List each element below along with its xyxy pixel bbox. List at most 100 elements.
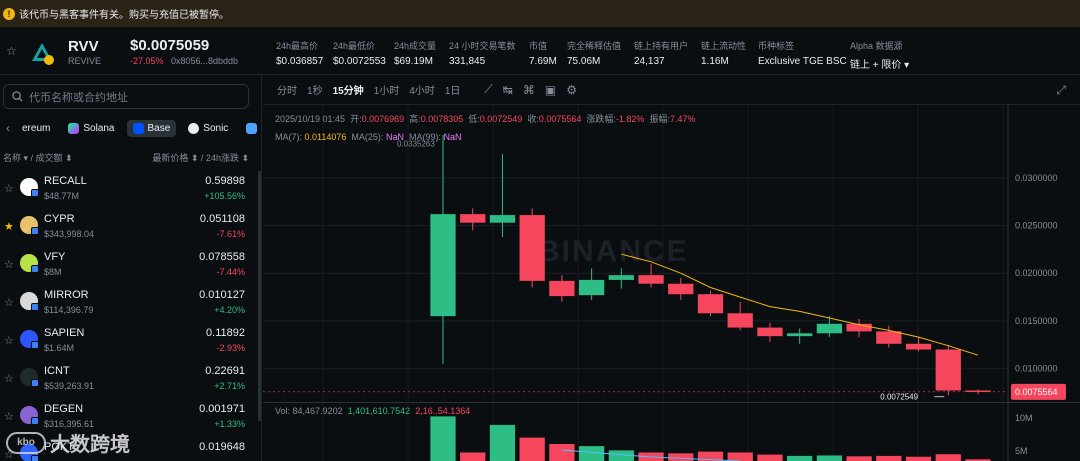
stat-alpha-source[interactable]: Alpha 数据源 链上 + 限价 ▾ (850, 39, 909, 71)
candle-body (549, 280, 575, 297)
token-list-volume: $114,396.79 (44, 305, 94, 315)
favorite-star-icon[interactable]: ☆ (4, 410, 14, 423)
chart-toolbar: 分时 1秒 15分钟 1小时 4小时 1日 ⟋ ↹ ⌘ ▣ ⚙ ⤢ (263, 75, 1080, 105)
token-name: REVIVE (68, 56, 102, 66)
candle-body (787, 333, 813, 337)
chain-badge-icon (31, 303, 39, 311)
stat-24h-trades: 24 小时交易笔数 331,845 (449, 41, 516, 67)
y-tick-label: 0.0300000 (1015, 173, 1058, 183)
favorite-star-icon[interactable]: ☆ (4, 258, 14, 271)
token-list-price: 0.010127 (199, 289, 245, 301)
layout-icon[interactable]: ▣ (545, 83, 556, 97)
token-list-volume: $48.77M (44, 191, 80, 201)
stat-liquidity: 链上流动性 1.16M (701, 41, 747, 67)
interval-4h[interactable]: 4小时 (409, 82, 435, 97)
time-range-icon[interactable]: ↹ (503, 83, 513, 97)
stat-fdv: 完全稀释估值 75.06M (567, 41, 622, 67)
interval-15m[interactable]: 15分钟 (333, 82, 364, 97)
settings-icon[interactable]: ⚙ (566, 83, 577, 97)
token-list-name: SAPIEN (44, 327, 85, 339)
candle-body (519, 215, 545, 281)
volume-bar (905, 456, 932, 461)
list-item[interactable]: ☆ VFY $8M 0.078558 -7.44% (0, 247, 256, 285)
volume-separator (263, 402, 1080, 403)
chain-tab-solana[interactable]: Solana (62, 120, 120, 137)
list-item[interactable]: ☆ ICNT $539,263.91 0.22691 +2.71% (0, 361, 256, 399)
watermark: kbo 大数跨境 (6, 428, 130, 457)
token-header: ☆ RVV REVIVE $0.0075059 -27.05% 0x8056..… (0, 27, 1080, 75)
warning-banner: ! 该代币与黑客事件有关。购买与充值已被暂停。 (0, 0, 1080, 27)
favorite-star-icon[interactable]: ☆ (4, 334, 14, 347)
contract-address[interactable]: 0x8056...8dbddb (171, 56, 238, 66)
favorite-star-icon[interactable]: ☆ (4, 182, 14, 195)
token-list-change: -7.44% (216, 267, 245, 277)
ma-readout: MA(7): 0.0114076 MA(25): NaN MA(99): NaN (275, 132, 462, 142)
list-item[interactable]: ★ CYPR $343,998.04 0.051108 -7.61% (0, 209, 256, 247)
chain-tab-sui[interactable]: Su (240, 120, 262, 137)
token-list-volume: $1.64M (44, 343, 75, 353)
favorite-star-icon[interactable]: ★ (4, 220, 14, 233)
token-list-price: 0.019648 (199, 441, 245, 453)
token-list-change: +1.33% (214, 419, 245, 429)
chain-badge-icon (31, 341, 39, 349)
chain-tabs: ‹ ereum Solana Base Sonic Su (0, 117, 262, 139)
warning-icon: ! (3, 7, 15, 20)
token-list-name: ICNT (44, 365, 70, 377)
token-list-name: DEGEN (44, 403, 84, 415)
search-box[interactable]: 代币名称或合约地址 (3, 84, 249, 109)
token-symbol: RVV (68, 38, 99, 55)
watermark-logo: kbo (6, 431, 46, 454)
volume-tick-label: 5M (1015, 446, 1028, 456)
solana-icon (68, 122, 80, 134)
interval-time[interactable]: 分时 (277, 82, 297, 97)
compare-icon[interactable]: ⌘ (523, 83, 535, 97)
sui-icon (246, 122, 258, 134)
volume-bar (846, 456, 872, 461)
chain-badge-icon (31, 265, 39, 273)
list-item[interactable]: ☆ RECALL $48.77M 0.59898 +105.56% (0, 171, 256, 209)
indicator-icon[interactable]: ⟋ (484, 82, 492, 97)
y-tick-label: 0.0150000 (1015, 316, 1058, 326)
token-list-volume: $539,263.91 (44, 381, 95, 391)
stat-24h-high: 24h最高价 $0.036857 (276, 41, 324, 67)
list-scrollbar[interactable] (258, 171, 261, 421)
sort-name-volume[interactable]: 名称 ▾ / 成交额 ⬍ (3, 151, 73, 164)
list-item[interactable]: ☆ MIRROR $114,396.79 0.010127 +4.20% (0, 285, 256, 323)
list-item[interactable]: ☆ SAPIEN $1.64M 0.11892 -2.93% (0, 323, 256, 361)
search-input[interactable]: 代币名称或合约地址 (29, 89, 128, 105)
chain-tab-ethereum[interactable]: ereum (16, 120, 56, 137)
volume-bar (519, 437, 545, 461)
candle-body (608, 275, 634, 280)
chain-tab-sonic[interactable]: Sonic (182, 120, 234, 137)
stat-holders: 链上持有用户 24,137 (634, 41, 689, 67)
interval-1d[interactable]: 1日 (445, 82, 461, 97)
candle-body (578, 279, 605, 296)
candle-body (727, 313, 753, 328)
low-annotation: 0.0072549 (880, 393, 918, 402)
token-list-change: +4.20% (214, 305, 245, 315)
favorite-star-icon[interactable]: ☆ (4, 296, 14, 309)
interval-1s[interactable]: 1秒 (307, 82, 323, 97)
watermark-text: 大数跨境 (50, 434, 130, 456)
token-change: -27.05% (130, 56, 164, 66)
volume-bar (578, 446, 605, 461)
candle-body (905, 343, 932, 350)
volume-bar (757, 454, 783, 461)
token-list-name: VFY (44, 251, 66, 263)
volume-bar (430, 416, 456, 461)
search-icon (12, 91, 23, 102)
favorite-star-icon[interactable]: ☆ (6, 44, 17, 58)
favorite-star-icon[interactable]: ☆ (4, 372, 14, 385)
candle-body (460, 214, 486, 223)
fullscreen-icon[interactable]: ⤢ (1056, 83, 1066, 98)
sort-price-change[interactable]: 最新价格 ⬍ / 24h涨跌 ⬍ (152, 151, 249, 164)
chevron-left-icon[interactable]: ‹ (0, 121, 10, 135)
volume-readout: Vol: 84,467.9202 1,401,610.7542 2,16..54… (275, 406, 471, 416)
candle-body (489, 215, 516, 223)
interval-1h[interactable]: 1小时 (374, 82, 400, 97)
chain-badge-icon (31, 189, 39, 197)
warning-text: 该代币与黑客事件有关。购买与充值已被暂停。 (19, 10, 229, 21)
token-list-volume: $8M (44, 267, 62, 277)
chain-tab-base[interactable]: Base (126, 119, 177, 137)
volume-bar (549, 444, 575, 461)
